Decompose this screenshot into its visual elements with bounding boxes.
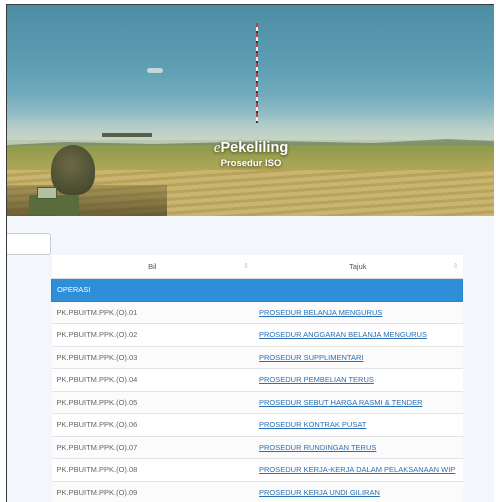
hero-banner: ePekeliling Prosedur ISO [7, 5, 494, 216]
procedure-code: PK.PBUITM.PPK.(O).09 [51, 481, 253, 502]
table-row: PK.PBUITM.PPK.(O).03 PROSEDUR SUPPLIMENTA… [51, 346, 463, 369]
table-row: PK.PBUITM.PPK.(O).06 PROSEDUR KONTRAK PUS… [51, 413, 463, 437]
procedure-table: Bil ⇕ Tajuk ⇕ OPERASI PK.PBUITM.PPK.(O).01… [51, 255, 463, 502]
group-label: OPERASI [51, 277, 463, 302]
procedure-code: PK.PBUITM.PPK.(O).07 [51, 436, 253, 459]
procedure-title-cell: PROSEDUR BELANJA MENGURUS [253, 301, 463, 324]
app-subtitle: Prosedur ISO [220, 158, 282, 169]
column-header-tajuk-label: Tajuk [348, 261, 367, 271]
sort-icon[interactable]: ⇕ [243, 262, 249, 270]
hero-harvester [29, 187, 79, 215]
table-row: PK.PBUITM.PPK.(O).02 PROSEDUR ANGGARAN BE… [51, 323, 463, 347]
table-row: PK.PBUITM.PPK.(O).09 PROSEDUR KERJA UNDI … [51, 481, 463, 502]
procedure-title-cell: PROSEDUR SUPPLIMENTARI [253, 346, 463, 369]
page-frame: ePekeliling Prosedur ISO Bil ⇕ Tajuk ⇕ OPE… [6, 4, 494, 502]
procedure-link[interactable]: PROSEDUR KERJA UNDI GILIRAN [259, 488, 380, 497]
procedure-title-cell: PROSEDUR PEMBELIAN TERUS [253, 368, 463, 392]
procedure-code: PK.PBUITM.PPK.(O).02 [51, 323, 253, 347]
procedure-title-cell: PROSEDUR SEBUT HARGA RASMI & TENDER [253, 391, 463, 414]
procedure-code: PK.PBUITM.PPK.(O).01 [51, 301, 253, 324]
app-title: ePekeliling [7, 140, 494, 157]
hero-farm-left [102, 133, 152, 137]
table-header-row: Bil ⇕ Tajuk ⇕ [51, 255, 463, 279]
column-header-bil-label: Bil [148, 261, 157, 271]
hero-cloud [147, 68, 163, 73]
procedure-link[interactable]: PROSEDUR BELANJA MENGURUS [259, 308, 382, 317]
hero-haze [7, 95, 494, 140]
procedure-link[interactable]: PROSEDUR SEBUT HARGA RASMI & TENDER [259, 398, 423, 407]
procedure-link[interactable]: PROSEDUR PEMBELIAN TERUS [259, 375, 374, 384]
app-title-main: Pekeliling [220, 140, 289, 156]
procedure-title-cell: PROSEDUR RUNDINGAN TERUS [253, 436, 463, 459]
table-row: PK.PBUITM.PPK.(O).04 PROSEDUR PEMBELIAN T… [51, 368, 463, 392]
sort-icon[interactable]: ⇕ [453, 262, 459, 270]
procedure-code: PK.PBUITM.PPK.(O).04 [51, 368, 253, 392]
procedure-link[interactable]: PROSEDUR KONTRAK PUSAT [259, 420, 366, 429]
table-row: PK.PBUITM.PPK.(O).01 PROSEDUR BELANJA MEN… [51, 301, 463, 324]
column-header-tajuk[interactable]: Tajuk ⇕ [253, 255, 463, 279]
table-row: PK.PBUITM.PPK.(O).05 PROSEDUR SEBUT HARGA… [51, 391, 463, 414]
hero-antenna [256, 23, 258, 123]
procedure-title-cell: PROSEDUR KONTRAK PUSAT [253, 413, 463, 437]
procedure-title-cell: PROSEDUR KERJA-KERJA DALAM PELAKSANAAN W… [253, 458, 463, 482]
table-row: PK.PBUITM.PPK.(O).08 PROSEDUR KERJA-KERJA… [51, 458, 463, 482]
procedure-link[interactable]: PROSEDUR KERJA-KERJA DALAM PELAKSANAAN W… [259, 465, 455, 474]
group-row: OPERASI [51, 277, 463, 302]
procedure-code: PK.PBUITM.PPK.(O).03 [51, 346, 253, 369]
search-input[interactable] [7, 233, 51, 255]
procedure-code: PK.PBUITM.PPK.(O).06 [51, 413, 253, 437]
procedure-title-cell: PROSEDUR KERJA UNDI GILIRAN [253, 481, 463, 502]
column-header-bil[interactable]: Bil ⇕ [51, 255, 253, 279]
procedure-link[interactable]: PROSEDUR RUNDINGAN TERUS [259, 443, 376, 452]
procedure-link[interactable]: PROSEDUR SUPPLIMENTARI [259, 353, 363, 362]
procedure-link[interactable]: PROSEDUR ANGGARAN BELANJA MENGURUS [259, 330, 427, 339]
procedure-title-cell: PROSEDUR ANGGARAN BELANJA MENGURUS [253, 323, 463, 347]
procedure-code: PK.PBUITM.PPK.(O).05 [51, 391, 253, 414]
table-row: PK.PBUITM.PPK.(O).07 PROSEDUR RUNDINGAN T… [51, 436, 463, 459]
procedure-code: PK.PBUITM.PPK.(O).08 [51, 458, 253, 482]
